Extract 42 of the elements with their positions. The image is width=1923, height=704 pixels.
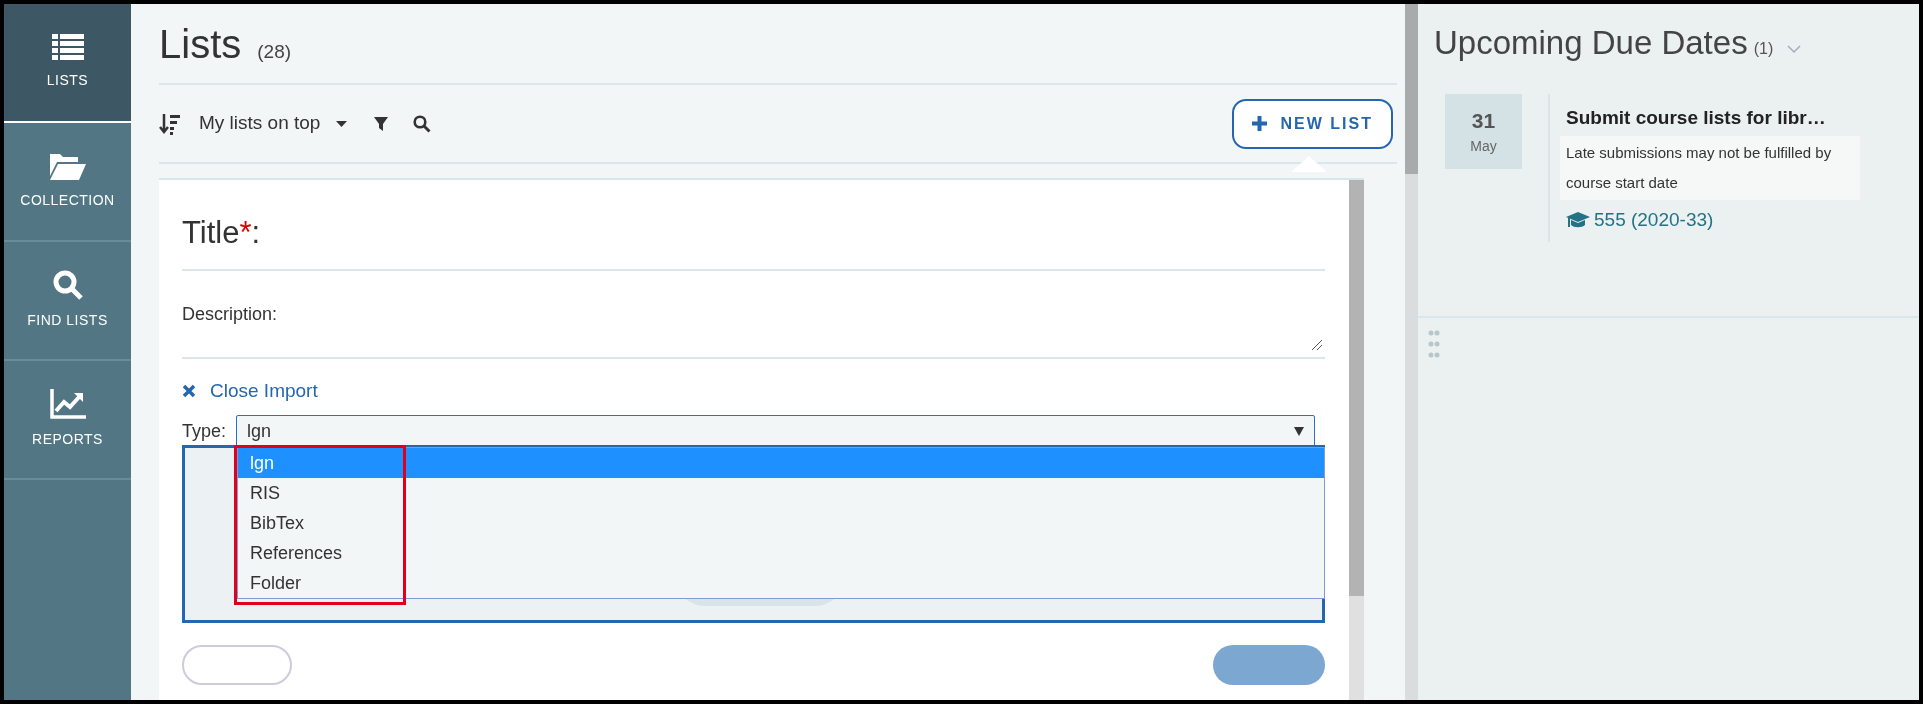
splitter-thumb[interactable] (1405, 4, 1418, 174)
create-button[interactable] (1213, 645, 1325, 685)
cancel-button[interactable] (182, 645, 292, 685)
list-icon (51, 34, 84, 60)
search-icon[interactable] (413, 114, 432, 133)
sort-icon[interactable] (159, 112, 181, 135)
splitter-bar[interactable] (1405, 4, 1418, 700)
filter-icon[interactable] (373, 115, 390, 132)
dropdown-option[interactable]: References (238, 538, 1324, 568)
sidebar-item[interactable]: LISTS (4, 4, 131, 123)
dropdown-option[interactable]: RIS (238, 478, 1324, 508)
resize-handle-icon[interactable] (1311, 338, 1323, 351)
caret-icon (336, 120, 348, 127)
scrollbar-thumb[interactable] (1349, 180, 1364, 596)
type-label: Type: (182, 419, 227, 443)
date-tile: 31 May (1445, 93, 1522, 169)
folder-icon (49, 152, 86, 180)
title-field-label: Title*: (182, 210, 1325, 271)
course-link[interactable]: 555 (2020-33) (1566, 206, 1868, 235)
drag-handle-icon[interactable] (1428, 330, 1440, 358)
list-count: (28) (257, 40, 292, 64)
dropdown-option[interactable]: Folder (238, 568, 1324, 598)
due-item-title: Submit course lists for libr… (1566, 105, 1827, 130)
sort-dropdown[interactable]: My lists on top (199, 109, 348, 138)
panel-title: Upcoming Due Dates (1434, 23, 1748, 63)
scrollbar[interactable] (1349, 180, 1364, 700)
due-item-note: Late submissions may not be fulfilled by course start date (1566, 144, 1832, 191)
close-icon (182, 383, 196, 398)
new-list-button[interactable]: NEW LIST (1231, 98, 1393, 149)
dropdown-arrow-icon (1294, 426, 1304, 436)
dropdown-option[interactable]: BibTex (238, 508, 1324, 538)
plus-icon (1251, 116, 1267, 131)
due-count: (1) (1753, 39, 1774, 59)
description-field[interactable]: Description: (182, 270, 1325, 359)
graduation-cap-icon (1566, 211, 1590, 230)
description-label: Description: (182, 303, 278, 324)
search-icon (52, 270, 83, 300)
page-title: Lists (159, 21, 242, 68)
chart-icon (49, 389, 86, 419)
type-select[interactable]: lgn (236, 415, 1315, 447)
close-import-link[interactable]: Close Import (182, 376, 1325, 405)
chevron-down-icon[interactable] (1787, 45, 1802, 54)
